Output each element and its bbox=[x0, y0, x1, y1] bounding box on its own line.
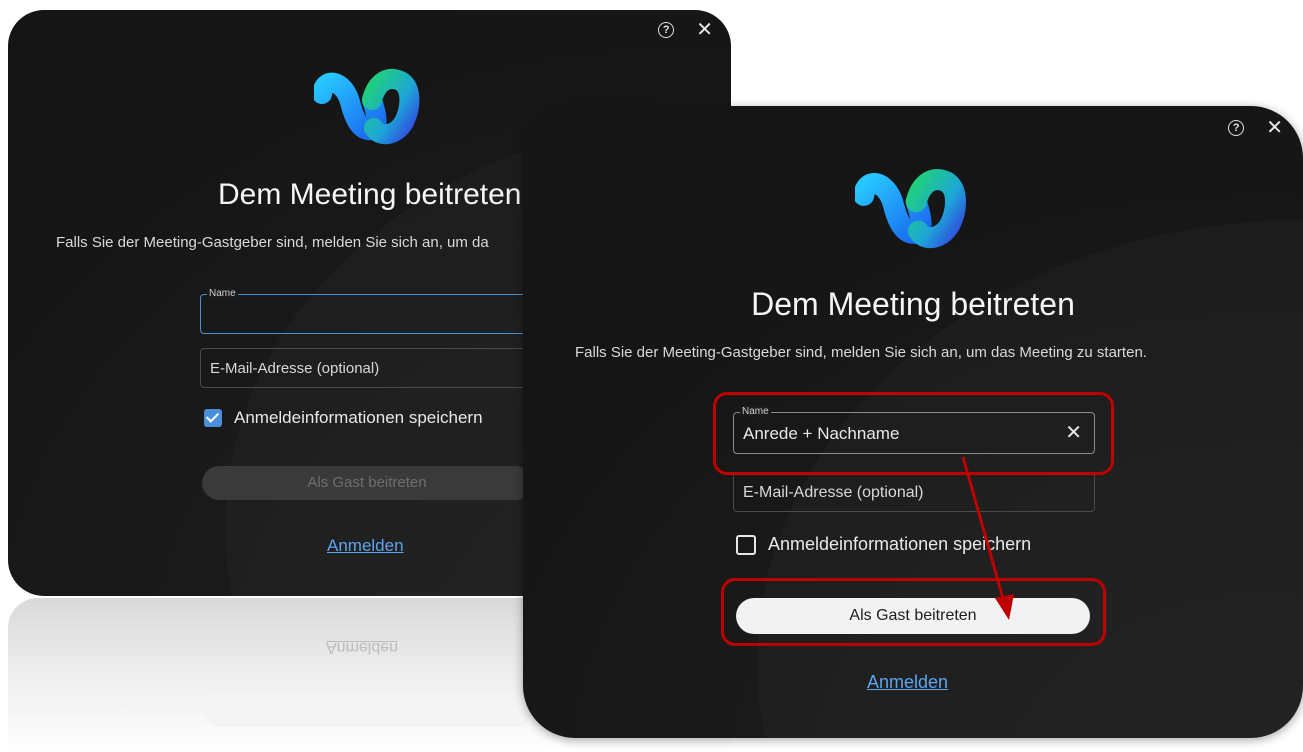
email-field-placeholder: E-Mail-Adresse (optional) bbox=[743, 484, 924, 501]
reflection-button bbox=[203, 693, 533, 727]
remember-checkbox-label: Anmeldeinformationen speichern bbox=[234, 408, 483, 427]
page-subtitle: Falls Sie der Meeting-Gastgeber sind, me… bbox=[575, 344, 1147, 361]
join-as-guest-button[interactable]: Als Gast beitreten bbox=[202, 466, 532, 500]
window-controls: ? ✕ bbox=[1228, 118, 1283, 138]
webex-logo bbox=[314, 69, 420, 145]
highlight-name-field bbox=[713, 392, 1114, 475]
reflection-text: Anmelden bbox=[326, 639, 399, 656]
window-controls: ? ✕ bbox=[658, 20, 713, 40]
remember-checkbox-row[interactable]: Anmeldeinformationen speichern bbox=[736, 534, 1031, 555]
close-icon[interactable]: ✕ bbox=[696, 20, 713, 40]
page-subtitle: Falls Sie der Meeting-Gastgeber sind, me… bbox=[56, 234, 489, 251]
email-field-placeholder: E-Mail-Adresse (optional) bbox=[210, 360, 380, 377]
highlight-join-button bbox=[721, 578, 1106, 646]
remember-checkbox-row[interactable]: Anmeldeinformationen speichern bbox=[204, 408, 483, 428]
remember-checkbox[interactable] bbox=[204, 409, 222, 427]
page-title: Dem Meeting beitreten bbox=[751, 286, 1075, 322]
email-field[interactable]: E-Mail-Adresse (optional) bbox=[200, 348, 542, 388]
name-field[interactable]: Name bbox=[200, 288, 542, 334]
webex-logo bbox=[855, 169, 966, 249]
name-field-label: Name bbox=[207, 288, 238, 299]
close-icon[interactable]: ✕ bbox=[1266, 118, 1283, 138]
email-field[interactable]: E-Mail-Adresse (optional) bbox=[733, 472, 1095, 512]
help-icon[interactable]: ? bbox=[658, 22, 675, 38]
signin-link[interactable]: Anmelden bbox=[867, 672, 948, 693]
remember-checkbox[interactable] bbox=[736, 534, 756, 555]
help-icon[interactable]: ? bbox=[1228, 120, 1245, 136]
signin-link[interactable]: Anmelden bbox=[327, 536, 404, 556]
remember-checkbox-label: Anmeldeinformationen speichern bbox=[768, 534, 1032, 554]
